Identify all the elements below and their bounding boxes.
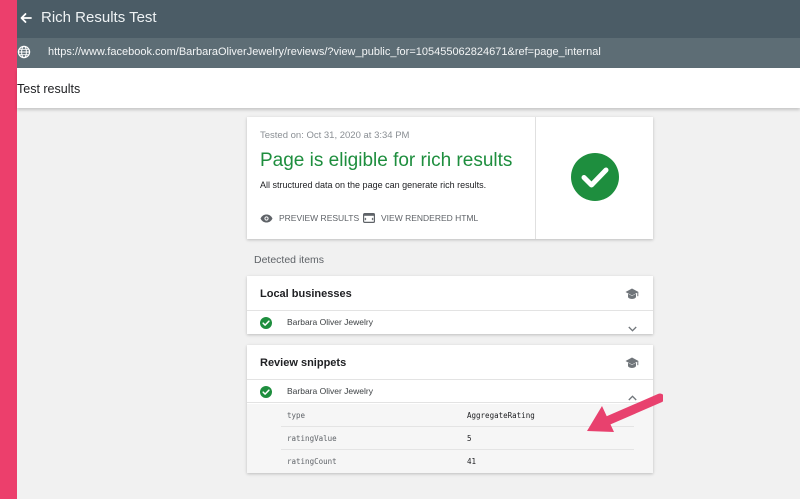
property-key: type — [287, 411, 306, 420]
eligibility-description: All structured data on the page can gene… — [260, 180, 487, 190]
graduation-cap-icon[interactable] — [625, 287, 639, 299]
local-business-item[interactable]: Barbara Oliver Jewelry — [247, 311, 653, 334]
local-businesses-header[interactable]: Local businesses — [247, 276, 653, 311]
app-bar: Rich Results Test — [17, 0, 800, 38]
preview-results-button[interactable]: PREVIEW RESULTS — [260, 213, 359, 223]
annotation-arrow-icon — [583, 388, 665, 438]
review-snippet-name: Barbara Oliver Jewelry — [287, 386, 373, 396]
detected-items-label: Detected items — [254, 254, 325, 266]
summary-details: Tested on: Oct 31, 2020 at 3:34 PM Page … — [247, 117, 535, 239]
app-title: Rich Results Test — [41, 9, 157, 26]
check-circle-icon — [571, 153, 619, 201]
property-value: 5 — [467, 434, 472, 443]
eligibility-headline: Page is eligible for rich results — [260, 150, 513, 171]
view-rendered-html-label: VIEW RENDERED HTML — [381, 213, 479, 223]
left-accent-bar — [0, 0, 17, 499]
property-key: ratingCount — [287, 457, 337, 466]
local-business-name: Barbara Oliver Jewelry — [287, 317, 373, 327]
review-snippets-header[interactable]: Review snippets — [247, 345, 653, 380]
results-header: Test results — [17, 68, 800, 108]
code-window-icon — [363, 213, 375, 223]
view-rendered-html-button[interactable]: VIEW RENDERED HTML — [363, 213, 478, 223]
property-value: AggregateRating — [467, 411, 535, 420]
page-title: Test results — [17, 82, 81, 96]
arrow-back-icon[interactable] — [17, 8, 37, 28]
check-circle-icon — [260, 385, 272, 398]
local-businesses-card: Local businesses Barbara Oliver Jewelry — [247, 276, 653, 334]
tested-url: https://www.facebook.com/BarbaraOliverJe… — [48, 46, 601, 58]
property-row: type AggregateRating — [281, 404, 634, 427]
preview-results-label: PREVIEW RESULTS — [279, 213, 360, 223]
globe-icon — [17, 45, 31, 59]
review-snippets-title: Review snippets — [260, 357, 347, 369]
tested-on-timestamp: Tested on: Oct 31, 2020 at 3:34 PM — [260, 130, 410, 141]
property-row: ratingValue 5 — [281, 427, 634, 450]
graduation-cap-icon[interactable] — [625, 356, 639, 368]
property-value: 41 — [467, 457, 477, 466]
status-panel — [535, 117, 653, 239]
summary-card: Tested on: Oct 31, 2020 at 3:34 PM Page … — [247, 117, 653, 239]
check-circle-icon — [260, 316, 272, 329]
local-businesses-title: Local businesses — [260, 288, 352, 300]
chevron-down-icon[interactable] — [628, 319, 637, 332]
property-row: ratingCount 41 — [281, 450, 634, 473]
url-bar[interactable]: https://www.facebook.com/BarbaraOliverJe… — [17, 38, 800, 68]
eye-icon — [260, 214, 273, 223]
property-key: ratingValue — [287, 434, 337, 443]
